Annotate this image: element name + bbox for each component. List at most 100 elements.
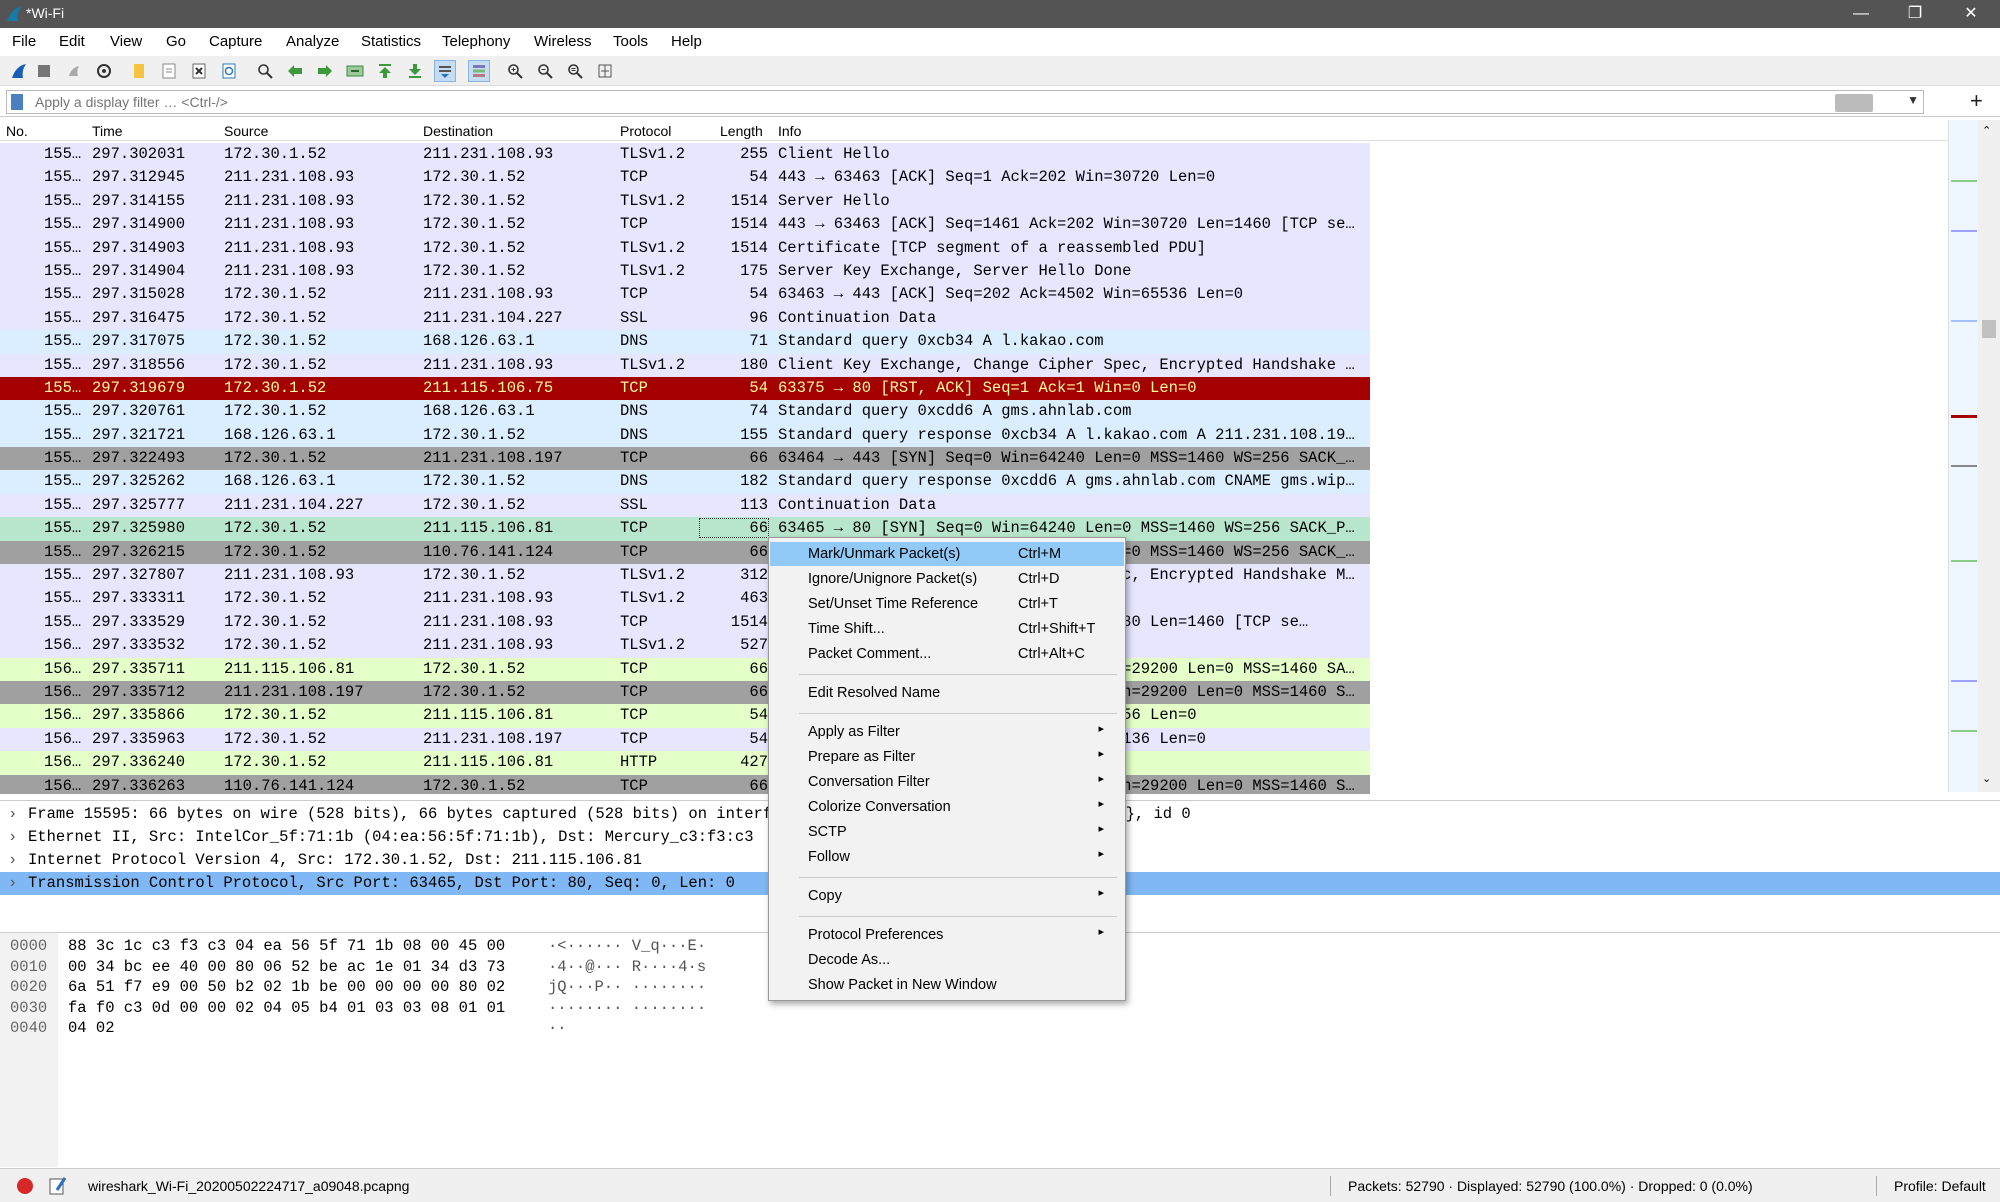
packet-row[interactable]: 155… 297.333311 172.30.1.52 211.231.108.93 T… xyxy=(0,587,1370,611)
menu-tools[interactable]: Tools xyxy=(613,33,648,50)
display-filter-input[interactable] xyxy=(35,93,1865,111)
add-filter-button-icon[interactable]: + xyxy=(1970,88,1983,114)
packet-row[interactable]: 155… 297.319679 172.30.1.52 211.115.106.75 T… xyxy=(0,376,1370,401)
menu-view[interactable]: View xyxy=(110,33,142,50)
packet-row[interactable]: 155… 297.322493 172.30.1.52 211.231.108.197… xyxy=(0,447,1370,471)
first-packet-icon[interactable] xyxy=(374,60,396,82)
packet-row[interactable]: 156… 297.333532 172.30.1.52 211.231.108.93 T… xyxy=(0,634,1370,658)
context-menu-item[interactable]: Conversation Filter ▸ xyxy=(770,770,1124,794)
filter-bookmark-icon[interactable] xyxy=(11,94,23,110)
menu-edit[interactable]: Edit xyxy=(59,33,85,50)
context-menu-item[interactable]: Time Shift... Ctrl+Shift+T xyxy=(770,617,1124,641)
menu-file[interactable]: File xyxy=(12,33,36,50)
start-capture-icon[interactable] xyxy=(8,60,30,82)
go-to-packet-icon[interactable] xyxy=(344,60,366,82)
close-icon[interactable]: ✕ xyxy=(1946,0,1996,28)
autoscroll-icon[interactable] xyxy=(434,60,456,82)
restart-capture-icon[interactable] xyxy=(63,60,85,82)
find-packet-icon[interactable] xyxy=(254,60,276,82)
status-profile[interactable]: Profile: Default xyxy=(1894,1178,1986,1194)
context-menu-item[interactable]: Set/Unset Time Reference Ctrl+T xyxy=(770,592,1124,616)
expand-arrow-icon[interactable]: › xyxy=(8,851,17,869)
expand-arrow-icon[interactable]: › xyxy=(8,828,17,846)
packet-row[interactable]: 156… 297.335963 172.30.1.52 211.231.108.197… xyxy=(0,727,1370,752)
close-file-icon[interactable] xyxy=(188,60,210,82)
context-menu-item[interactable]: Decode As... xyxy=(770,948,1124,972)
packet-row[interactable]: 155… 297.325980 172.30.1.52 211.115.106.81 T… xyxy=(0,517,1370,541)
col-no[interactable]: No. xyxy=(6,123,28,139)
context-menu-item[interactable]: Follow ▸ xyxy=(770,845,1124,869)
packet-row[interactable]: 155… 297.312945 211.231.108.93 172.30.1.52 T… xyxy=(0,166,1370,190)
normal-size-icon[interactable] xyxy=(564,60,586,82)
expand-arrow-icon[interactable]: › xyxy=(8,874,17,892)
capture-comment-icon[interactable] xyxy=(48,1176,68,1196)
capture-options-icon[interactable] xyxy=(93,60,115,82)
restore-icon[interactable]: ❐ xyxy=(1890,0,1940,28)
expand-arrow-icon[interactable]: › xyxy=(8,805,17,823)
context-menu-item[interactable]: Edit Resolved Name xyxy=(770,681,1124,705)
packet-row[interactable]: 155… 297.318556 172.30.1.52 211.231.108.93 T… xyxy=(0,353,1370,377)
packet-row[interactable]: 155… 297.327807 211.231.108.93 172.30.1.52 T… xyxy=(0,564,1370,588)
packet-list-scrollbar[interactable]: ⌃ ⌄ xyxy=(1978,120,2000,792)
context-menu-item[interactable]: Show Packet in New Window xyxy=(770,973,1124,997)
menu-analyze[interactable]: Analyze xyxy=(286,33,339,50)
menu-capture[interactable]: Capture xyxy=(209,33,262,50)
open-file-icon[interactable] xyxy=(128,60,150,82)
go-back-icon[interactable] xyxy=(284,60,306,82)
stop-capture-icon[interactable] xyxy=(33,60,55,82)
context-menu-item[interactable]: Packet Comment... Ctrl+Alt+C xyxy=(770,642,1124,666)
menu-telephony[interactable]: Telephony xyxy=(442,33,510,50)
packet-row[interactable]: 155… 297.317075 172.30.1.52 168.126.63.1 DNS… xyxy=(0,330,1370,354)
scroll-down-icon[interactable]: ⌄ xyxy=(1982,772,1991,785)
packet-row[interactable]: 155… 297.314904 211.231.108.93 172.30.1.52 T… xyxy=(0,259,1370,284)
packet-row[interactable]: 156… 297.336263 110.76.141.124 172.30.1.52 T… xyxy=(0,774,1370,794)
col-info[interactable]: Info xyxy=(778,123,801,139)
packet-row[interactable]: 156… 297.335711 211.115.106.81 172.30.1.52 T… xyxy=(0,657,1370,681)
packet-row[interactable]: 155… 297.315028 172.30.1.52 211.231.108.93 T… xyxy=(0,283,1370,307)
scroll-thumb[interactable] xyxy=(1982,320,1996,338)
apply-filter-arrow-icon[interactable] xyxy=(1835,94,1873,112)
packet-minimap[interactable] xyxy=(1948,120,1978,792)
context-menu-item[interactable]: Apply as Filter ▸ xyxy=(770,720,1124,744)
packet-row[interactable]: 156… 297.335712 211.231.108.197 172.30.1.52… xyxy=(0,680,1370,705)
zoom-in-icon[interactable] xyxy=(504,60,526,82)
context-menu-item[interactable]: Protocol Preferences ▸ xyxy=(770,923,1124,947)
context-menu-item[interactable]: Copy ▸ xyxy=(770,884,1124,908)
scroll-up-icon[interactable]: ⌃ xyxy=(1982,124,1991,137)
minimize-icon[interactable]: — xyxy=(1836,0,1886,28)
packet-row[interactable]: 155… 297.333529 172.30.1.52 211.231.108.93 T… xyxy=(0,610,1370,635)
col-destination[interactable]: Destination xyxy=(423,123,493,139)
context-menu-item[interactable]: Colorize Conversation ▸ xyxy=(770,795,1124,819)
packet-row[interactable]: 155… 297.325262 168.126.63.1 172.30.1.52 DNS… xyxy=(0,470,1370,494)
context-menu-item[interactable]: SCTP ▸ xyxy=(770,820,1124,844)
col-source[interactable]: Source xyxy=(224,123,268,139)
filter-history-dropdown-icon[interactable]: ▼ xyxy=(1907,93,1919,107)
menu-statistics[interactable]: Statistics xyxy=(361,33,421,50)
packet-row[interactable]: 155… 297.320761 172.30.1.52 168.126.63.1 DNS… xyxy=(0,400,1370,424)
context-menu-item[interactable]: Mark/Unmark Packet(s) Ctrl+M xyxy=(770,542,1124,566)
reload-file-icon[interactable] xyxy=(218,60,240,82)
col-length[interactable]: Length xyxy=(720,123,763,139)
packet-row[interactable]: 156… 297.336240 172.30.1.52 211.115.106.81 H… xyxy=(0,751,1370,775)
packet-row[interactable]: 155… 297.314155 211.231.108.93 172.30.1.52 T… xyxy=(0,189,1370,214)
menu-help[interactable]: Help xyxy=(671,33,702,50)
colorize-icon[interactable] xyxy=(468,60,490,82)
packet-row[interactable]: 155… 297.316475 172.30.1.52 211.231.104.227… xyxy=(0,306,1370,331)
last-packet-icon[interactable] xyxy=(404,60,426,82)
menu-go[interactable]: Go xyxy=(166,33,186,50)
col-protocol[interactable]: Protocol xyxy=(620,123,671,139)
packet-row[interactable]: 155… 297.321721 168.126.63.1 172.30.1.52 DNS… xyxy=(0,423,1370,448)
go-forward-icon[interactable] xyxy=(314,60,336,82)
packet-row[interactable]: 155… 297.314903 211.231.108.93 172.30.1.52 T… xyxy=(0,236,1370,260)
packet-row[interactable]: 155… 297.326215 172.30.1.52 110.76.141.124 T… xyxy=(0,540,1370,565)
col-time[interactable]: Time xyxy=(92,123,123,139)
menu-wireless[interactable]: Wireless xyxy=(534,33,592,50)
packet-row[interactable]: 155… 297.314900 211.231.108.93 172.30.1.52 T… xyxy=(0,213,1370,237)
packet-row[interactable]: 156… 297.335866 172.30.1.52 211.115.106.81 T… xyxy=(0,704,1370,728)
context-menu-item[interactable]: Prepare as Filter ▸ xyxy=(770,745,1124,769)
context-menu-item[interactable]: Ignore/Unignore Packet(s) Ctrl+D xyxy=(770,567,1124,591)
zoom-out-icon[interactable] xyxy=(534,60,556,82)
expert-info-icon[interactable] xyxy=(16,1177,34,1195)
packet-row[interactable]: 155… 297.302031 172.30.1.52 211.231.108.93 T… xyxy=(0,143,1370,167)
resize-columns-icon[interactable] xyxy=(594,60,616,82)
